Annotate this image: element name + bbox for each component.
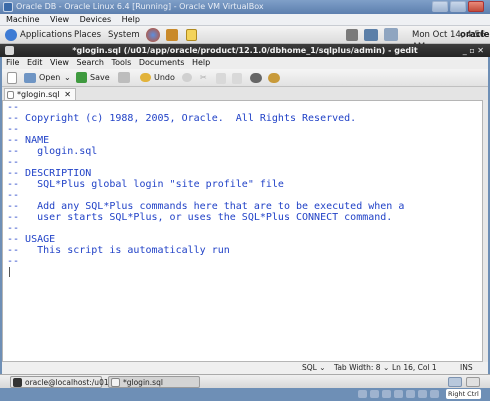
open-dropdown-chevron-icon[interactable]: ⌄ (64, 72, 71, 84)
code-line[interactable]: -- (7, 190, 482, 201)
virtualbox-icon (3, 2, 13, 12)
network-adapter-icon[interactable] (418, 390, 427, 398)
open-button[interactable]: Open (39, 72, 60, 84)
menu-search[interactable]: Search (77, 58, 104, 67)
vbox-statusbar: Right Ctrl (0, 388, 490, 400)
open-folder-icon[interactable] (24, 73, 36, 83)
code-line[interactable]: -- This script is automatically run (7, 245, 482, 256)
vbox-menu-help[interactable]: Help (122, 15, 140, 24)
text-editor[interactable]: -- -- Copyright (c) 1988, 2005, Oracle. A… (2, 100, 483, 362)
taskbar-terminal[interactable]: oracle@localhost:/u01... (10, 376, 116, 388)
display-icon[interactable] (406, 390, 415, 398)
panel-applications-menu[interactable]: Applications (20, 29, 72, 41)
close-button[interactable] (468, 1, 484, 12)
menu-view[interactable]: View (50, 58, 69, 67)
panel-username[interactable]: oracle (460, 29, 489, 41)
redo-icon[interactable] (182, 73, 192, 82)
applications-icon (5, 29, 17, 41)
panel-places-menu[interactable]: Places (74, 29, 101, 41)
new-document-icon[interactable] (7, 72, 17, 84)
menu-file[interactable]: File (6, 58, 19, 67)
optical-drive-icon[interactable] (370, 390, 379, 398)
find-icon[interactable] (250, 73, 262, 83)
gedit-window-title: *glogin.sql (/u01/app/oracle/product/12.… (72, 46, 418, 55)
vbox-titlebar: Oracle DB - Oracle Linux 6.4 [Running] -… (0, 0, 490, 14)
undo-icon[interactable] (140, 73, 151, 82)
gedit-statusbar: SQL ⌄ Tab Width: 8 ⌄ Ln 16, Col 1 INS (2, 362, 488, 374)
cursor-position: Ln 16, Col 1 (392, 363, 437, 372)
gnome-bottom-panel: oracle@localhost:/u01... *glogin.sql (/u… (0, 374, 490, 399)
code-line[interactable]: -- Add any SQL*Plus commands here that a… (7, 201, 482, 212)
menu-documents[interactable]: Documents (139, 58, 185, 67)
gedit-window-controls[interactable]: _ ▫ ✕ (463, 44, 484, 57)
code-line[interactable]: -- DESCRIPTION (7, 168, 482, 179)
text-cursor (9, 267, 10, 277)
disk-icon[interactable] (358, 390, 367, 398)
code-line[interactable]: -- glogin.sql (7, 146, 482, 157)
code-line[interactable]: -- (7, 223, 482, 234)
firefox-icon[interactable] (146, 28, 160, 42)
paste-icon[interactable] (232, 73, 242, 84)
insert-mode: INS (460, 363, 473, 372)
vbox-menubar: Machine View Devices Help (0, 14, 490, 26)
trash-icon[interactable] (466, 377, 480, 387)
minimize-button[interactable] (432, 1, 448, 12)
file-content[interactable]: -- -- Copyright (c) 1988, 2005, Oracle. A… (3, 101, 482, 267)
panel-system-menu[interactable]: System (108, 29, 140, 41)
document-icon (7, 91, 14, 99)
gnome-top-panel: Applications Places System Mon Oct 14, 4… (0, 26, 490, 52)
print-icon[interactable] (118, 72, 130, 83)
gedit-titlebar: *glogin.sql (/u01/app/oracle/product/12.… (0, 44, 490, 57)
undo-button[interactable]: Undo (154, 72, 175, 84)
taskbar-terminal-label: oracle@localhost:/u01... (25, 378, 116, 387)
cut-icon[interactable]: ✂ (200, 72, 207, 84)
save-button[interactable]: Save (90, 72, 110, 84)
taskbar-gedit[interactable]: *glogin.sql (/u01/app/... (108, 376, 200, 399)
usb-icon[interactable] (382, 390, 391, 398)
code-line[interactable]: -- Copyright (c) 1988, 2005, Oracle. All… (7, 113, 482, 124)
volume-icon[interactable] (346, 29, 358, 41)
code-line[interactable]: -- (7, 157, 482, 168)
vbox-title: Oracle DB - Oracle Linux 6.4 [Running] -… (16, 2, 264, 11)
workspace-switcher[interactable] (448, 377, 462, 387)
maximize-button[interactable] (450, 1, 466, 12)
vbox-menu-view[interactable]: View (50, 15, 69, 24)
find-replace-icon[interactable] (268, 73, 280, 83)
close-tab-icon[interactable]: ✕ (64, 89, 71, 100)
vbox-menu-devices[interactable]: Devices (80, 15, 112, 24)
gedit-toolbar: Open ⌄ Save Undo ✂ (2, 69, 488, 87)
vbox-menu-machine[interactable]: Machine (6, 15, 40, 24)
gedit-app-icon (5, 46, 14, 55)
code-line[interactable]: -- NAME (7, 135, 482, 146)
copy-icon[interactable] (216, 73, 226, 84)
terminal-icon (13, 378, 22, 387)
code-line[interactable]: -- USAGE (7, 234, 482, 245)
save-icon[interactable] (76, 72, 87, 83)
vertical-scrollbar[interactable] (483, 100, 488, 362)
gedit-menubar: File Edit View Search Tools Documents He… (2, 57, 488, 69)
menu-edit[interactable]: Edit (27, 58, 43, 67)
host-key-label: Right Ctrl (446, 389, 481, 399)
tab-glogin-sql[interactable]: *glogin.sql ✕ (4, 88, 76, 100)
code-line[interactable]: -- (7, 256, 482, 267)
tab-label: *glogin.sql (17, 90, 60, 99)
tab-width-selector[interactable]: Tab Width: 8 ⌄ (334, 362, 389, 374)
menu-tools[interactable]: Tools (112, 58, 132, 67)
code-line[interactable]: -- user starts SQL*Plus, or uses the SQL… (7, 212, 482, 223)
document-tabbar: *glogin.sql ✕ (2, 87, 488, 100)
code-line[interactable]: -- (7, 124, 482, 135)
menu-help[interactable]: Help (192, 58, 210, 67)
mouse-integration-icon[interactable] (430, 390, 439, 398)
shared-folder-icon[interactable] (394, 390, 403, 398)
evolution-mail-icon[interactable] (166, 29, 178, 41)
user-switcher-icon[interactable] (384, 28, 398, 41)
notes-icon[interactable] (186, 29, 197, 41)
network-icon[interactable] (364, 29, 378, 41)
language-selector[interactable]: SQL ⌄ (302, 362, 326, 374)
code-line[interactable]: -- SQL*Plus global login "site profile" … (7, 179, 482, 190)
gedit-icon (111, 378, 120, 387)
code-line[interactable]: -- (7, 102, 482, 113)
